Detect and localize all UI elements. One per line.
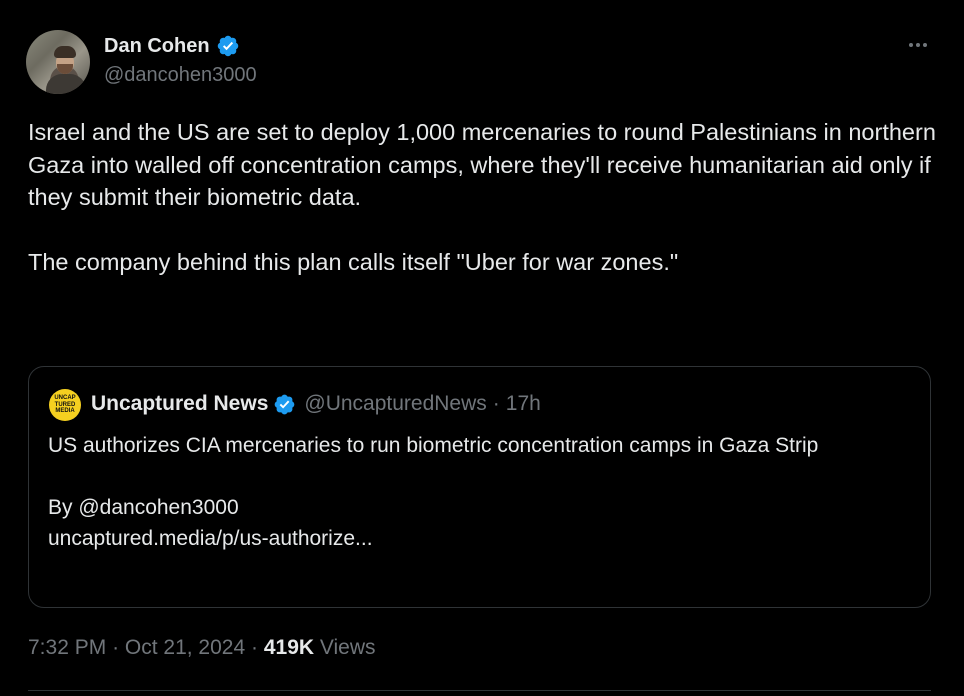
verified-badge-icon xyxy=(217,35,238,57)
divider xyxy=(28,690,931,691)
tweet-text: Israel and the US are set to deploy 1,00… xyxy=(28,119,936,275)
more-options-button[interactable] xyxy=(904,32,932,58)
views-count[interactable]: 419K xyxy=(264,636,314,659)
views-label[interactable]: Views xyxy=(320,636,376,659)
tweet: Dan Cohen @dancohen3000 Israel and the U… xyxy=(0,0,964,696)
quoted-author-handle[interactable]: @UncapturedNews xyxy=(304,392,486,416)
more-horizontal-icon xyxy=(916,43,920,47)
author-handle[interactable]: @dancohen3000 xyxy=(104,64,257,87)
quoted-author-avatar[interactable]: UNCAP TURED MEDIA xyxy=(49,389,81,421)
meta-separator: · xyxy=(112,636,120,659)
tweet-meta: 7:32 PM · Oct 21, 2024 · 419K Views xyxy=(28,636,376,660)
author-name-row[interactable]: Dan Cohen xyxy=(104,33,240,59)
quoted-timestamp[interactable]: 17h xyxy=(506,392,541,416)
quoted-tweet-text: US authorizes CIA mercenaries to run bio… xyxy=(48,434,819,550)
avatar-figure-body xyxy=(46,74,86,94)
tweet-date[interactable]: Oct 21, 2024 xyxy=(125,636,245,659)
more-horizontal-icon xyxy=(909,43,913,47)
verified-badge-icon xyxy=(275,394,295,414)
avatar-figure-beard xyxy=(57,64,73,74)
author-display-name[interactable]: Dan Cohen xyxy=(104,35,210,58)
quoted-separator: · xyxy=(492,392,500,415)
more-horizontal-icon xyxy=(923,43,927,47)
avatar-figure-hair xyxy=(54,46,76,58)
quoted-tweet-header: Uncaptured News @UncapturedNews · 17h xyxy=(91,391,541,417)
quoted-author-display-name[interactable]: Uncaptured News xyxy=(91,392,268,416)
tweet-time[interactable]: 7:32 PM xyxy=(28,636,106,659)
meta-separator: · xyxy=(251,636,258,659)
quoted-tweet-card[interactable]: UNCAP TURED MEDIA Uncaptured News @Uncap… xyxy=(28,366,931,608)
author-avatar[interactable] xyxy=(26,30,90,94)
